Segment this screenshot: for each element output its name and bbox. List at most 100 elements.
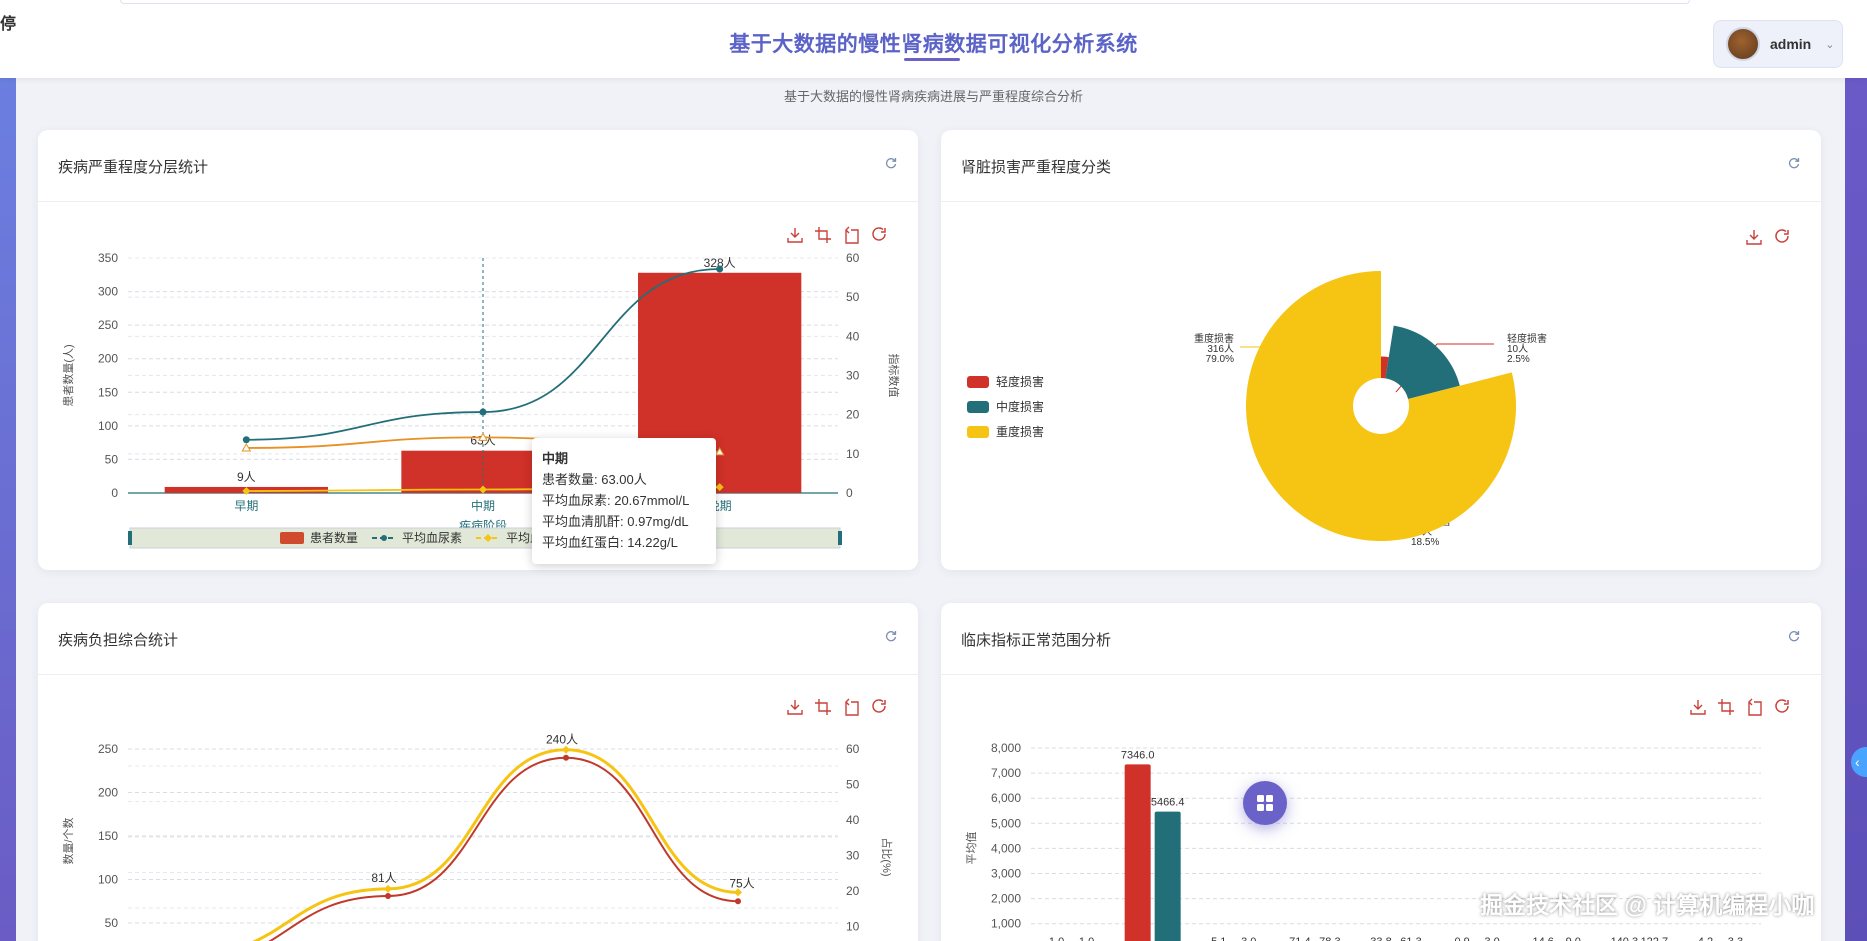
legend-handle-right bbox=[838, 531, 842, 545]
tooltip-line: 平均血尿素: 20.67mmol/L bbox=[542, 493, 690, 508]
legend-swatch-point bbox=[381, 535, 387, 541]
burden-chart: 50 100 150 200 250 60 50 40 30 20 10 数量/个数 占比(%) 81人 2… bbox=[62, 733, 894, 941]
tooltip-title: 中期 bbox=[542, 451, 569, 466]
y-tick-label: 100 bbox=[98, 873, 118, 887]
y-right-tick-label: 60 bbox=[846, 742, 860, 756]
grid-icon bbox=[1257, 795, 1273, 811]
y-tick-label: 200 bbox=[98, 352, 118, 366]
y-tick-label: 100 bbox=[98, 419, 118, 433]
line-point bbox=[716, 265, 724, 273]
y-tick-label: 3,000 bbox=[991, 867, 1021, 881]
card-kidney-damage: 肾脏损害严重程度分类 轻度损害10人2.5%中度损害74人18.5%重度损害31… bbox=[941, 130, 1821, 570]
top-header: 停 基于大数据的慢性肾病数据可视化分析系统 admin ⌄ bbox=[0, 0, 1867, 78]
y-right-tick-label: 30 bbox=[846, 849, 860, 863]
y-tick-label: 6,000 bbox=[991, 791, 1021, 805]
legend-swatch bbox=[967, 401, 989, 413]
chart-tooltip: 中期 患者数量: 63.00人 平均血尿素: 20.67mmol/L 平均血清肌… bbox=[532, 438, 716, 564]
y-tick-label: 300 bbox=[98, 285, 118, 299]
bar-data-label: 1.0 bbox=[1049, 936, 1064, 941]
y-tick-label: 150 bbox=[98, 829, 118, 843]
user-name: admin bbox=[1770, 36, 1812, 52]
tooltip-line: 平均血清肌酐: 0.97mg/dL bbox=[542, 514, 689, 529]
y-right-tick-label: 40 bbox=[846, 813, 860, 827]
system-title: 基于大数据的慢性肾病数据可视化分析系统 bbox=[729, 33, 1138, 56]
y-tick-label: 250 bbox=[98, 318, 118, 332]
title-underline bbox=[904, 58, 960, 61]
y-right-tick-label: 40 bbox=[846, 329, 860, 343]
y-tick-label: 150 bbox=[98, 385, 118, 399]
y-right-tick-label: 10 bbox=[846, 447, 860, 461]
bar bbox=[1124, 764, 1151, 941]
bar-data-label: 78.3 bbox=[1319, 936, 1340, 941]
y-right-tick-label: 20 bbox=[846, 408, 860, 422]
y-tick-label: 50 bbox=[105, 916, 119, 930]
legend-label: 重度损害 bbox=[996, 424, 1044, 439]
watermark: 掘金技术社区 @ 计算机编程小咖 bbox=[1480, 892, 1815, 918]
line-data-label: 81人 bbox=[371, 871, 396, 885]
legend-label: 轻度损害 bbox=[996, 374, 1044, 389]
series-line bbox=[252, 748, 739, 941]
y-tick-label: 200 bbox=[98, 786, 118, 800]
bar-data-label: 4.2 bbox=[1698, 936, 1713, 941]
left-edge-gradient bbox=[0, 78, 16, 941]
line-point bbox=[562, 745, 570, 754]
bar-data-label: 0.9 bbox=[1454, 936, 1469, 941]
y-tick-label: 350 bbox=[98, 251, 118, 265]
page-subtitle: 基于大数据的慢性肾病疾病进展与严重程度综合分析 bbox=[783, 89, 1083, 104]
y-right-tick-label: 50 bbox=[846, 290, 860, 304]
bar-data-label: 5.1 bbox=[1211, 936, 1226, 941]
y-tick-label: 1,000 bbox=[991, 917, 1021, 931]
x-tick-label: 早期 bbox=[234, 499, 258, 513]
y-right-tick-label: 60 bbox=[846, 251, 860, 265]
kidney-damage-chart: 轻度损害10人2.5%中度损害74人18.5%重度损害316人79.0%轻度损害… bbox=[967, 271, 1547, 548]
line-point bbox=[735, 898, 741, 905]
header-strip bbox=[120, 0, 1690, 4]
card-disease-burden: 疾病负担综合统计 50 100 150 200 250 60 50 40 30 20 10 数量/个数… bbox=[38, 603, 918, 941]
bar-data-label: 3.3 bbox=[1728, 936, 1743, 941]
right-edge-gradient bbox=[1845, 78, 1867, 941]
line-point bbox=[384, 884, 392, 893]
y-right-axis-title: 指标数值 bbox=[887, 354, 901, 398]
line-data-label: 75人 bbox=[729, 876, 754, 890]
pie-slice bbox=[1385, 325, 1460, 400]
y-right-tick-label: 0 bbox=[846, 486, 853, 500]
bar-data-label: 5466.4 bbox=[1151, 797, 1185, 809]
legend-swatch bbox=[280, 532, 304, 544]
y-right-axis-title: 占比(%) bbox=[880, 837, 894, 876]
chevron-down-icon: ⌄ bbox=[1825, 38, 1835, 51]
severity-chart: 0 50 100 150 200 250 300 350 0 10 20 30 40 50 60 患者数量(人… bbox=[62, 251, 901, 549]
line-point bbox=[385, 893, 391, 900]
y-axis-title: 平均值 bbox=[965, 832, 978, 865]
line-point bbox=[563, 754, 569, 761]
bar-data-label: 1.0 bbox=[1079, 936, 1094, 941]
line-point bbox=[479, 408, 487, 416]
y-tick-label: 4,000 bbox=[991, 841, 1021, 855]
bar-data-label: 71.4 bbox=[1289, 936, 1310, 941]
bar-data-label: 33.8 bbox=[1370, 936, 1391, 941]
bar bbox=[1154, 811, 1181, 941]
legend-label: 患者数量 bbox=[310, 530, 358, 545]
y-tick-label: 250 bbox=[98, 742, 118, 756]
y-tick-label: 2,000 bbox=[991, 892, 1021, 906]
avatar bbox=[1726, 27, 1760, 61]
bar-data-label: 3.0 bbox=[1484, 936, 1499, 941]
slice-percent: 79.0% bbox=[1206, 354, 1234, 365]
bar-data-label: 140.3 bbox=[1611, 936, 1639, 941]
y-axis-title: 数量/个数 bbox=[62, 817, 75, 864]
y-tick-label: 50 bbox=[105, 452, 119, 466]
y-tick-label: 7,000 bbox=[991, 766, 1021, 780]
legend-handle-left bbox=[128, 531, 132, 545]
bar-data-label: 9人 bbox=[237, 470, 256, 484]
legend-swatch bbox=[967, 376, 989, 388]
bar-data-label: 3.0 bbox=[1241, 936, 1256, 941]
pie-slice bbox=[1246, 271, 1516, 541]
bar-data-label: 9.0 bbox=[1566, 936, 1581, 941]
user-menu[interactable]: admin ⌄ bbox=[1713, 20, 1843, 68]
bar-data-label: 14.6 bbox=[1533, 936, 1554, 941]
line-data-label: 240人 bbox=[546, 733, 578, 747]
y-tick-label: 8,000 bbox=[991, 741, 1021, 755]
chevron-left-icon: ‹ bbox=[1855, 754, 1860, 770]
y-tick-label: 5,000 bbox=[991, 816, 1021, 830]
apps-grid-button[interactable] bbox=[1243, 781, 1287, 825]
bar-data-label: 7346.0 bbox=[1121, 749, 1155, 761]
